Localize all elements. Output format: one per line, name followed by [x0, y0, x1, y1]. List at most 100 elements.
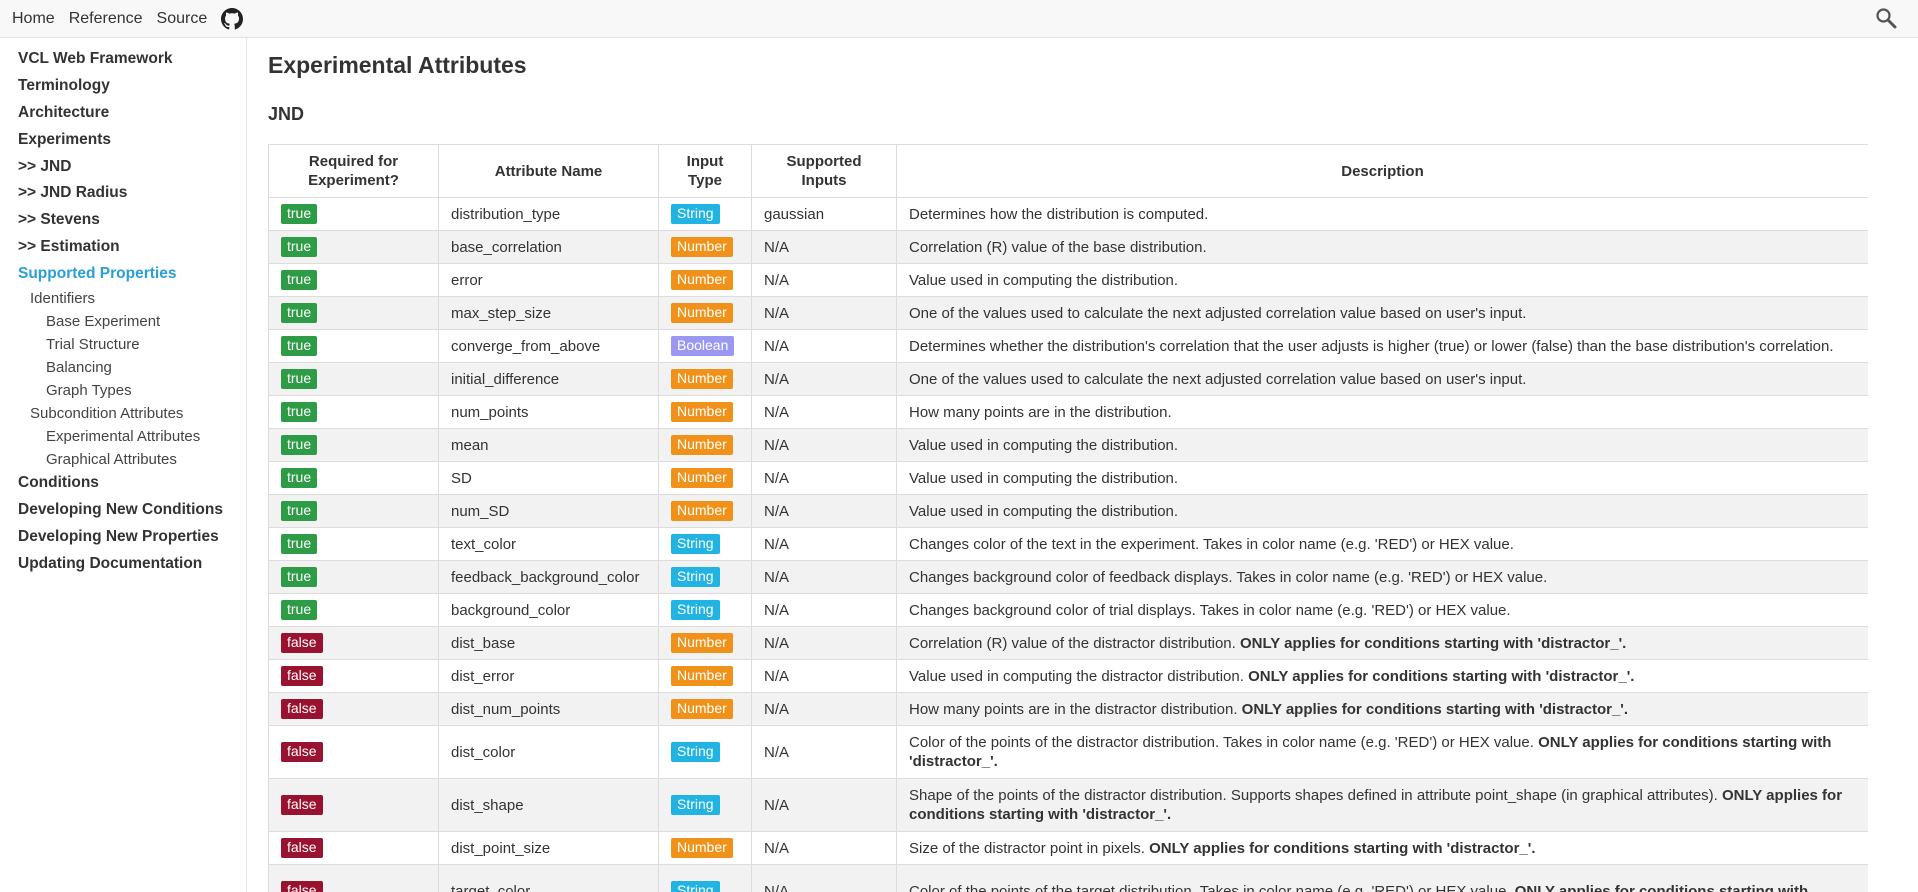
- description-text: Correlation (R) value of the base distri…: [909, 238, 1207, 256]
- sidebar-item[interactable]: Experiments: [18, 131, 111, 149]
- attribute-name-cell: dist_error: [438, 659, 659, 693]
- sidebar-item[interactable]: >> JND Radius: [18, 184, 127, 202]
- input-type-cell: String: [658, 725, 752, 779]
- required-badge: true: [281, 237, 318, 257]
- input-type-cell: String: [658, 197, 752, 231]
- input-type-cell: String: [658, 593, 752, 627]
- input-type-badge: Number: [671, 468, 733, 488]
- required-badge: true: [281, 336, 318, 356]
- nav-reference-link[interactable]: Reference: [69, 10, 143, 28]
- description-note: ONLY applies for conditions starting wit…: [1248, 667, 1635, 685]
- header-attribute-name: Attribute Name: [438, 144, 659, 198]
- input-type-badge: Number: [671, 633, 733, 653]
- table-row: true background_color String N/A Changes bac…: [268, 593, 1868, 627]
- sidebar-item[interactable]: Conditions: [18, 474, 99, 492]
- table-row: true text_color String N/A Changes color of …: [268, 527, 1868, 561]
- attribute-name-cell: initial_difference: [438, 362, 659, 396]
- required-badge: false: [281, 795, 323, 815]
- sidebar-item[interactable]: Terminology: [18, 77, 110, 95]
- supported-inputs-cell: N/A: [751, 362, 897, 396]
- sidebar-item[interactable]: Experimental Attributes: [46, 428, 200, 445]
- supported-inputs-cell: N/A: [751, 659, 897, 693]
- sidebar-item[interactable]: Updating Documentation: [18, 555, 202, 573]
- attribute-name-cell: background_color: [438, 593, 659, 627]
- header-supported-inputs: Supported Inputs: [751, 144, 897, 198]
- supported-inputs-cell: N/A: [751, 263, 897, 297]
- required-cell: false: [268, 626, 439, 660]
- required-cell: true: [268, 329, 439, 363]
- attribute-name-cell: dist_color: [438, 725, 659, 779]
- description-cell: Changes background color of trial displa…: [896, 593, 1868, 627]
- description-text: Value used in computing the distractor d…: [909, 667, 1249, 685]
- attributes-table: Required for Experiment? Attribute Name …: [268, 144, 1868, 892]
- sidebar-item[interactable]: Base Experiment: [46, 313, 160, 330]
- required-badge: true: [281, 600, 318, 620]
- description-note: ONLY applies for conditions starting wit…: [1149, 839, 1536, 857]
- input-type-badge: Number: [671, 303, 733, 323]
- description-text: How many points are in the distribution.: [909, 403, 1172, 421]
- sidebar-item[interactable]: >> Stevens: [18, 211, 100, 229]
- input-type-badge: String: [671, 534, 720, 554]
- supported-inputs-cell: N/A: [751, 626, 897, 660]
- sidebar-item[interactable]: >> JND: [18, 158, 71, 176]
- table-row: true num_points Number N/A How many points a…: [268, 395, 1868, 429]
- supported-inputs-cell: gaussian: [751, 197, 897, 231]
- input-type-cell: String: [658, 560, 752, 594]
- sidebar-item[interactable]: Balancing: [46, 359, 112, 376]
- required-badge: false: [281, 881, 323, 892]
- description-cell: Value used in computing the distribution…: [896, 461, 1868, 495]
- input-type-cell: Number: [658, 461, 752, 495]
- sidebar-item[interactable]: Identifiers: [30, 290, 95, 307]
- attribute-name-cell: num_SD: [438, 494, 659, 528]
- description-cell: Value used in computing the distribution…: [896, 263, 1868, 297]
- input-type-badge: String: [671, 204, 720, 224]
- top-nav: Home Reference Source: [12, 0, 244, 38]
- input-type-cell: Number: [658, 395, 752, 429]
- search-icon[interactable]: [1874, 6, 1898, 30]
- supported-inputs-cell: N/A: [751, 461, 897, 495]
- sidebar-item[interactable]: VCL Web Framework: [18, 50, 172, 68]
- table-row: false target_color String N/A Color of the p…: [268, 864, 1868, 892]
- description-text: Determines whether the distribution's co…: [909, 337, 1834, 355]
- sidebar-item[interactable]: Supported Properties: [18, 265, 176, 283]
- table-row: true initial_difference Number N/A One of th…: [268, 362, 1868, 396]
- table-row: true SD Number N/A Value used in computing t…: [268, 461, 1868, 495]
- top-navbar: Home Reference Source: [0, 0, 1918, 38]
- input-type-cell: Number: [658, 428, 752, 462]
- required-badge: true: [281, 402, 318, 422]
- section-title-jnd: JND: [268, 104, 305, 124]
- sidebar-item[interactable]: >> Estimation: [18, 238, 120, 256]
- required-cell: false: [268, 692, 439, 726]
- description-text: Size of the distractor point in pixels.: [909, 839, 1150, 857]
- sidebar-item[interactable]: Architecture: [18, 104, 109, 122]
- required-badge: true: [281, 270, 318, 290]
- description-cell: Changes color of the text in the experim…: [896, 527, 1868, 561]
- required-cell: true: [268, 527, 439, 561]
- required-cell: false: [268, 725, 439, 779]
- sidebar-item[interactable]: Trial Structure: [46, 336, 140, 353]
- required-badge: true: [281, 468, 318, 488]
- sidebar-item[interactable]: Developing New Conditions: [18, 501, 223, 519]
- input-type-badge: Number: [671, 666, 733, 686]
- header-input-type: Input Type: [658, 144, 752, 198]
- sidebar-item[interactable]: Subcondition Attributes: [30, 405, 183, 422]
- sidebar-nav: VCL Web Framework Terminology Architecture…: [0, 38, 247, 892]
- supported-inputs-cell: N/A: [751, 778, 897, 832]
- table-row: true mean Number N/A Value used in computing…: [268, 428, 1868, 462]
- sidebar-item[interactable]: Developing New Properties: [18, 528, 219, 546]
- input-type-cell: Number: [658, 296, 752, 330]
- sidebar-item[interactable]: Graph Types: [46, 382, 132, 399]
- attribute-name-cell: base_correlation: [438, 230, 659, 264]
- supported-inputs-cell: N/A: [751, 692, 897, 726]
- attribute-name-cell: dist_shape: [438, 778, 659, 832]
- attribute-name-cell: num_points: [438, 395, 659, 429]
- nav-home-link[interactable]: Home: [12, 10, 55, 28]
- supported-inputs-cell: N/A: [751, 560, 897, 594]
- github-icon[interactable]: [221, 8, 244, 30]
- sidebar-item[interactable]: Graphical Attributes: [46, 451, 177, 468]
- supported-inputs-cell: N/A: [751, 725, 897, 779]
- attribute-name-cell: dist_num_points: [438, 692, 659, 726]
- attribute-name-cell: text_color: [438, 527, 659, 561]
- table-row: false dist_color String N/A Color of the poi…: [268, 725, 1868, 779]
- nav-source-link[interactable]: Source: [157, 10, 208, 28]
